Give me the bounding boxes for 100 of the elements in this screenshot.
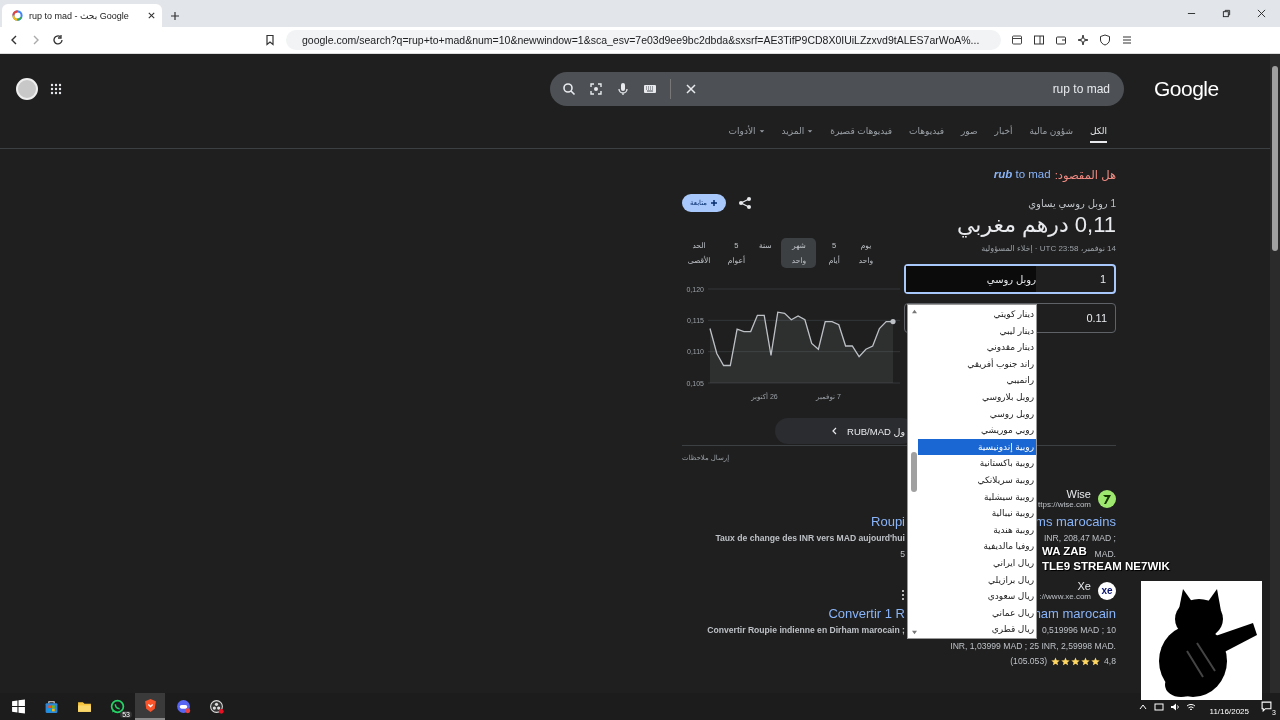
bookmark-icon[interactable] bbox=[264, 34, 276, 46]
end-point bbox=[890, 319, 896, 325]
folder-icon bbox=[76, 699, 92, 714]
scroll-down-icon[interactable] bbox=[911, 630, 918, 635]
search-field[interactable]: rup to mad bbox=[550, 72, 1124, 106]
search-tab[interactable]: شؤون مالية bbox=[1029, 124, 1073, 141]
menu-icon[interactable] bbox=[1121, 34, 1133, 46]
browser-tab[interactable]: rup to mad - بحث Google bbox=[2, 4, 162, 27]
star-icon bbox=[1091, 657, 1101, 666]
currency-option[interactable]: روبية نيبالية bbox=[918, 505, 1036, 522]
scroll-thumb[interactable] bbox=[911, 452, 917, 492]
reload-icon[interactable] bbox=[52, 34, 64, 46]
snippet-text: Taux de change des INR vers MAD aujourd'hui bbox=[715, 532, 905, 545]
search-tab[interactable]: فيديوهات قصيرة bbox=[830, 124, 893, 141]
currency-select[interactable]: روبل روسي bbox=[906, 266, 1036, 292]
search-icon[interactable] bbox=[562, 82, 576, 96]
currency-option[interactable]: روفيا مالديفية bbox=[918, 538, 1036, 555]
result-title[interactable]: Convertir 1 R bbox=[828, 606, 905, 621]
wifi-icon[interactable] bbox=[1185, 701, 1196, 712]
currency-option[interactable]: ريال ايراني bbox=[918, 554, 1036, 572]
tabs-icon[interactable] bbox=[1011, 34, 1023, 46]
plus-icon[interactable] bbox=[170, 11, 180, 21]
stream-overlay-text: TLE9 STREAM NE7WIK bbox=[1042, 560, 1170, 572]
currency-option[interactable]: روبل بلاروسي bbox=[918, 388, 1036, 406]
suggestion-link[interactable]: rub to mad bbox=[993, 168, 1051, 182]
search-tab[interactable]: الأدوات bbox=[728, 124, 765, 141]
site-logo-icon bbox=[1098, 489, 1116, 508]
site-url: ttps://wise.com bbox=[1038, 500, 1091, 509]
currency-option[interactable]: راند جنوب أفريقي bbox=[918, 355, 1036, 373]
restore-icon[interactable] bbox=[1222, 9, 1231, 18]
plus-icon bbox=[710, 199, 719, 207]
currency-option[interactable]: ريال قطري bbox=[918, 621, 1036, 638]
currency-option[interactable]: روبل روسي bbox=[918, 405, 1036, 423]
currency-option[interactable]: رانميبي bbox=[918, 372, 1036, 389]
search-tab[interactable]: فيديوهات bbox=[909, 124, 944, 141]
did-you-mean-label: هل المقصود: bbox=[1054, 168, 1116, 182]
currency-option[interactable]: روبية إندونيسية bbox=[918, 438, 1036, 456]
currency-option[interactable]: دينار مقدوني bbox=[918, 339, 1036, 356]
store-bag-icon bbox=[43, 699, 59, 714]
stream-overlay-text: WA ZAB bbox=[1042, 545, 1087, 557]
shield-icon[interactable] bbox=[1099, 34, 1111, 46]
currency-option[interactable]: دينار كويتي bbox=[918, 306, 1036, 323]
currency-option[interactable]: دينار ليبي bbox=[918, 322, 1036, 340]
sparkle-icon[interactable] bbox=[1077, 34, 1089, 46]
keyboard-icon[interactable] bbox=[643, 82, 657, 96]
search-tab[interactable]: المزيد bbox=[781, 124, 814, 141]
caret-icon[interactable] bbox=[758, 128, 765, 134]
star-icon bbox=[1061, 657, 1071, 666]
snippet-text: INR, 1,03999 MAD ; 25 INR, 2,59998 MAD. bbox=[950, 640, 1116, 653]
currency-option[interactable]: روبي موريشي bbox=[918, 422, 1036, 439]
search-tab[interactable]: أخبار bbox=[994, 124, 1013, 141]
star-icon bbox=[1071, 657, 1081, 666]
clear-icon[interactable] bbox=[684, 82, 698, 96]
apps-grid-icon[interactable] bbox=[50, 83, 62, 95]
logo[interactable]: Google bbox=[1154, 77, 1219, 101]
speaker-icon[interactable] bbox=[1169, 701, 1180, 712]
search-tab[interactable]: صور bbox=[960, 124, 978, 141]
site-url: ://www.xe.com bbox=[1039, 592, 1091, 601]
site-name: Xe bbox=[1077, 580, 1091, 592]
monitor-icon[interactable] bbox=[1153, 701, 1164, 712]
wallet-icon[interactable] bbox=[1055, 34, 1067, 46]
gamepad-icon bbox=[175, 699, 191, 714]
shield-icon bbox=[142, 698, 158, 713]
snippet-text: INR, 208,47 MAD ; bbox=[1043, 532, 1116, 545]
site-name: Wise bbox=[1066, 488, 1091, 500]
result-title[interactable]: Roupi bbox=[871, 514, 905, 529]
chat-bubble-icon bbox=[109, 699, 125, 714]
share-icon[interactable] bbox=[738, 196, 753, 210]
scroll-up-icon[interactable] bbox=[911, 309, 918, 314]
rating-score: 4,8 bbox=[1104, 655, 1116, 668]
close-icon[interactable] bbox=[147, 11, 156, 20]
address-bar[interactable]: google.com/search?q=rup+to+mad&num=10&newwindow=1&sca_esv=7e03d9ee9bc2dbda&sxsrf=AE3TifP9CD8X0IUiLZzxvd9tALES7arWoA%... bbox=[286, 30, 1001, 50]
currency-option[interactable]: ريال برازيلي bbox=[918, 571, 1036, 589]
search-tab[interactable]: الكل bbox=[1089, 124, 1107, 143]
snippet-text: 5 bbox=[900, 548, 905, 561]
camera-icon[interactable] bbox=[589, 82, 603, 96]
sidebar-icon[interactable] bbox=[1033, 34, 1045, 46]
currency-option[interactable]: روبية هندية bbox=[918, 521, 1036, 539]
close-icon[interactable] bbox=[1257, 9, 1266, 18]
windows-icon bbox=[10, 699, 26, 714]
avatar[interactable] bbox=[16, 78, 38, 100]
snippet-text: 0,519996 MAD ; 10 bbox=[1041, 624, 1116, 637]
conversion-result: 0,11 درهم مغربي bbox=[956, 212, 1116, 238]
currency-option[interactable]: ريال سعودي bbox=[918, 588, 1036, 605]
microphone-icon[interactable] bbox=[616, 82, 630, 96]
currency-option[interactable]: ريال عماني bbox=[918, 604, 1036, 622]
more-icon[interactable] bbox=[901, 589, 905, 601]
snippet-text: Convertir Roupie indienne en Dirham marocain ; bbox=[707, 624, 905, 637]
taskbar-date[interactable]: 11/16/2025 bbox=[1209, 707, 1249, 716]
currency-option[interactable]: روبية سريلانكي bbox=[918, 471, 1036, 489]
record-icon bbox=[208, 699, 224, 714]
scrollbar[interactable] bbox=[1270, 54, 1280, 693]
currency-option[interactable]: روبية باكستانية bbox=[918, 455, 1036, 472]
timestamp: 14 نوفمبر، UTC 23:58 · إخلاء المسؤولية bbox=[981, 244, 1116, 253]
conversion-caption: 1 روبل روسي يساوي bbox=[1028, 198, 1116, 209]
favicon-icon bbox=[12, 10, 23, 21]
notification-icon bbox=[1261, 701, 1272, 712]
amount-field[interactable]: 1 bbox=[1036, 266, 1114, 292]
currency-option[interactable]: روبية سيشلية bbox=[918, 488, 1036, 506]
caret-icon[interactable] bbox=[807, 128, 814, 134]
